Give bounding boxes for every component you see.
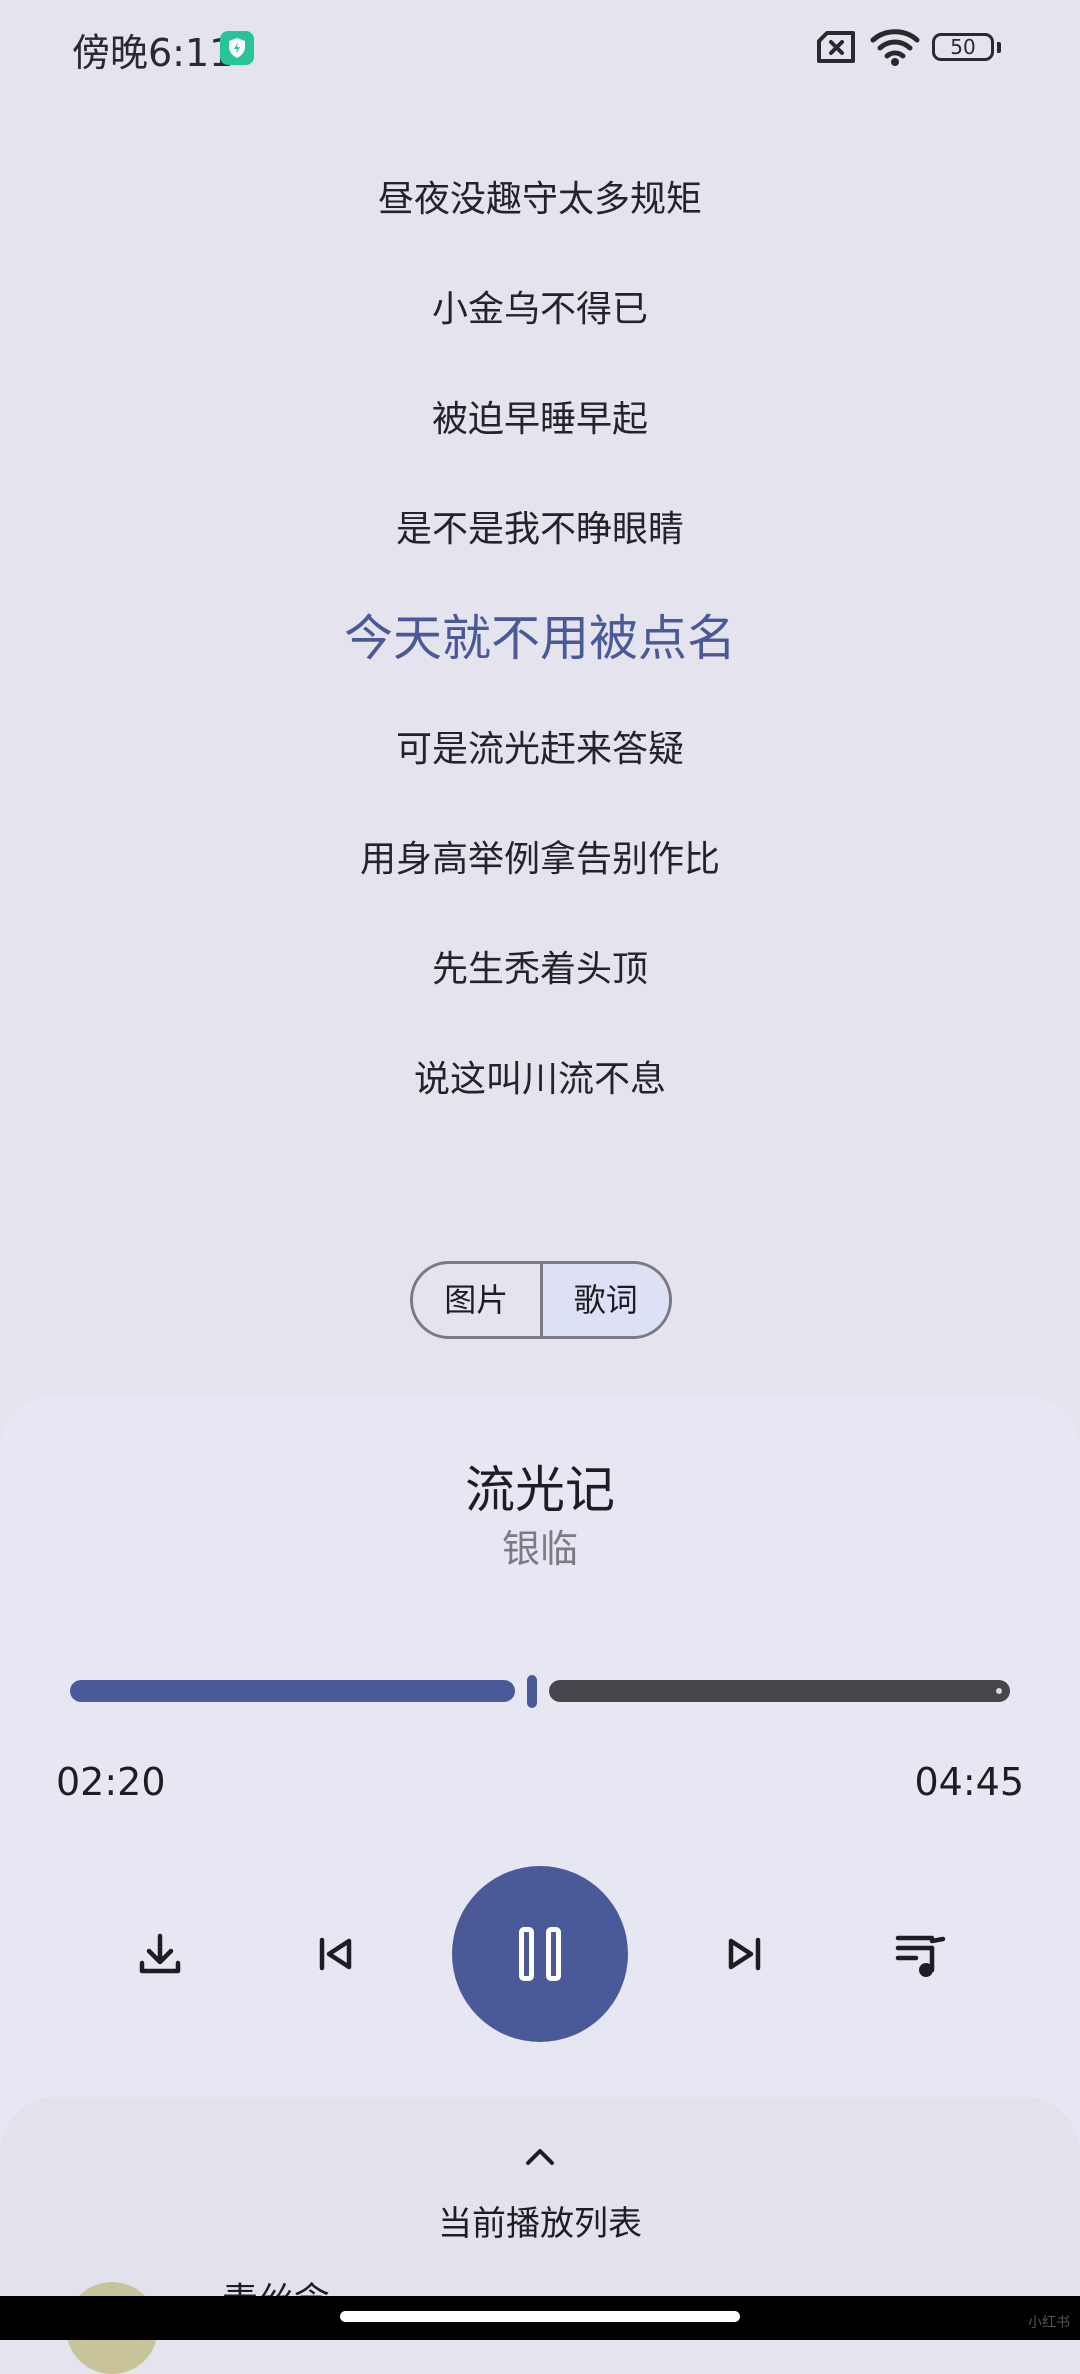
download-button[interactable] <box>136 1930 184 1982</box>
battery-level: 50 <box>950 35 976 59</box>
lyric-line[interactable]: 被迫早睡早起 <box>0 390 1080 442</box>
view-toggle: 图片 歌词 <box>410 1261 672 1339</box>
lyric-line[interactable]: 用身高举例拿告别作比 <box>0 830 1080 882</box>
next-button[interactable] <box>722 1932 766 1980</box>
previous-icon <box>319 1937 352 1971</box>
home-indicator[interactable] <box>340 2311 740 2322</box>
progress-thumb[interactable] <box>527 1675 537 1708</box>
artist-name[interactable]: 银临 <box>0 1518 1080 1573</box>
previous-button[interactable] <box>314 1932 358 1980</box>
progress-end-dot <box>996 1688 1002 1694</box>
status-time: 傍晚6:11 <box>72 31 234 75</box>
progress-slider[interactable] <box>70 1675 1010 1708</box>
progress-remaining <box>549 1680 1010 1702</box>
progress-played <box>70 1680 515 1702</box>
sim-off-icon <box>815 30 857 68</box>
queue-label[interactable]: 当前播放列表 <box>0 2196 1080 2245</box>
lyric-line[interactable]: 昼夜没趣守太多规矩 <box>0 170 1080 222</box>
lyric-line[interactable]: 先生秃着头顶 <box>0 940 1080 992</box>
chevron-up-icon[interactable] <box>522 2145 558 2173</box>
playlist-button[interactable] <box>894 1930 948 1984</box>
wifi-icon <box>870 27 920 71</box>
watermark: 小红书 <box>1028 2315 1070 2331</box>
total-time: 04:45 <box>914 1760 1024 1804</box>
pause-button[interactable] <box>452 1866 628 2042</box>
song-title: 流光记 <box>465 1461 615 1519</box>
lyric-line[interactable]: 小金乌不得已 <box>0 280 1080 332</box>
lyric-line[interactable]: 是不是我不睁眼睛 <box>0 500 1080 552</box>
battery-tip <box>997 42 1001 53</box>
lyric-line-current[interactable]: 今天就不用被点名 <box>0 599 1080 670</box>
playlist-icon <box>895 1935 946 1977</box>
lyric-line[interactable]: 可是流光赶来答疑 <box>0 720 1080 772</box>
download-icon <box>139 1933 181 1974</box>
pause-icon <box>519 1927 534 1981</box>
toggle-lyrics-button[interactable]: 歌词 <box>542 1264 669 1336</box>
pause-icon-bar <box>546 1927 561 1981</box>
current-time: 02:20 <box>56 1760 166 1804</box>
toggle-picture-button[interactable]: 图片 <box>413 1264 543 1336</box>
shield-icon <box>220 31 254 65</box>
status-bar: 傍晚6:11 50 <box>0 0 1080 96</box>
next-icon <box>728 1937 761 1971</box>
lyric-line[interactable]: 说这叫川流不息 <box>0 1050 1080 1102</box>
